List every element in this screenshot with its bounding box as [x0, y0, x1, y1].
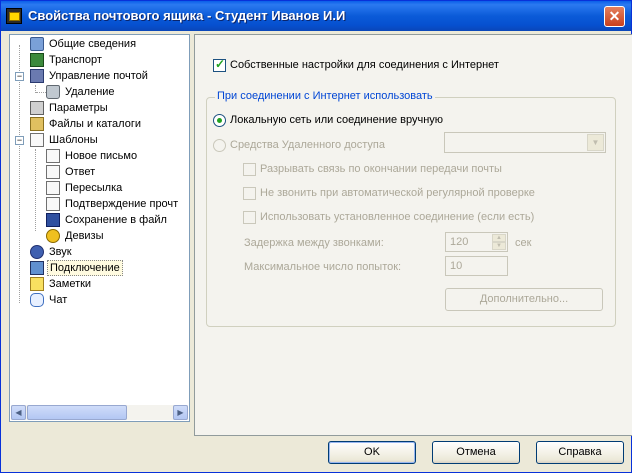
- tree-item-label: Шаблоны: [49, 134, 98, 146]
- disconnect-checkbox[interactable]: [243, 163, 256, 176]
- tree-item-label: Девизы: [65, 230, 104, 242]
- reply-icon: [46, 165, 60, 179]
- ok-button[interactable]: OK: [328, 441, 416, 464]
- use-existing-label: Использовать установленное соединение (е…: [260, 211, 535, 223]
- coins-icon: [46, 229, 60, 243]
- disconnect-label: Разрывать связь по окончании передачи по…: [260, 163, 502, 175]
- delay-spinner[interactable]: 120 ▲ ▼: [445, 232, 508, 252]
- spin-up-icon[interactable]: ▲: [492, 234, 506, 242]
- tree-item-label: Сохранение в файл: [65, 214, 167, 226]
- close-button[interactable]: ✕: [604, 6, 625, 27]
- tree-item-label: Звук: [49, 246, 72, 258]
- confirm-icon: [46, 197, 60, 211]
- tree-item-label: Общие сведения: [49, 38, 137, 50]
- scroll-thumb[interactable]: [27, 405, 127, 420]
- forward-icon: [46, 181, 60, 195]
- chevron-down-icon: ▼: [587, 134, 604, 151]
- tree-item-label: Ответ: [65, 166, 96, 178]
- sound-icon: [30, 245, 44, 259]
- delay-value: 120: [450, 236, 469, 248]
- files-icon: [30, 117, 44, 131]
- attempts-value: 10: [450, 260, 463, 272]
- tree-item-label: Новое письмо: [65, 150, 138, 162]
- scroll-left-button[interactable]: ◀: [11, 405, 26, 420]
- trash-icon: [46, 85, 60, 99]
- tree-item-label: Заметки: [49, 278, 92, 290]
- tree-item-label: Удаление: [65, 86, 115, 98]
- attempts-spinner[interactable]: 10: [445, 256, 508, 276]
- save-icon: [46, 213, 60, 227]
- app-icon: [6, 8, 22, 24]
- dialup-radio[interactable]: [213, 139, 226, 152]
- chat-icon: [30, 293, 44, 307]
- document-icon: [46, 149, 60, 163]
- spin-down-icon[interactable]: ▼: [492, 242, 506, 250]
- truck-icon: [30, 53, 44, 67]
- advanced-button[interactable]: Дополнительно...: [445, 288, 603, 311]
- own-settings-label: Собственные настройки для соединения с И…: [230, 59, 499, 71]
- title-bar[interactable]: Свойства почтового ящика - Студент Ивано…: [1, 1, 631, 31]
- scroll-right-button[interactable]: ▶: [173, 405, 188, 420]
- dialup-connection-select[interactable]: ▼: [444, 132, 606, 153]
- window-title: Свойства почтового ящика - Студент Ивано…: [28, 8, 346, 23]
- tree-item-label: Подключение: [47, 260, 123, 276]
- tree-item-label: Транспорт: [49, 54, 102, 66]
- tree-item-label: Параметры: [49, 102, 108, 114]
- user-card-icon: [30, 37, 44, 51]
- tree-item-label: Файлы и каталоги: [49, 118, 141, 130]
- delay-unit: сек: [515, 237, 532, 249]
- own-settings-checkbox[interactable]: [213, 57, 226, 72]
- use-existing-checkbox[interactable]: [243, 211, 256, 224]
- mail-manage-icon: [30, 69, 44, 83]
- monitor-icon: [30, 261, 44, 275]
- no-dial-checkbox[interactable]: [243, 187, 256, 200]
- delay-label: Задержка между звонками:: [244, 237, 384, 249]
- collapse-mail-management-toggle[interactable]: −: [15, 72, 24, 81]
- tree-line: [19, 45, 20, 303]
- attempts-label: Максимальное число попыток:: [244, 261, 402, 273]
- help-button[interactable]: Справка: [536, 441, 624, 464]
- collapse-templates-toggle[interactable]: −: [15, 136, 24, 145]
- templates-icon: [30, 133, 44, 147]
- lan-radio-label: Локальную сеть или соединение вручную: [230, 114, 444, 126]
- tree-item-label: Подтверждение прочт: [65, 198, 179, 210]
- tree-item-label: Пересылка: [65, 182, 123, 194]
- dialup-radio-label: Средства Удаленного доступа: [230, 139, 385, 151]
- settings-tree: Общие сведения Транспорт − Управление по…: [9, 34, 190, 422]
- tree-horizontal-scrollbar[interactable]: ◀ ▶: [11, 405, 188, 420]
- cancel-button[interactable]: Отмена: [432, 441, 520, 464]
- notes-icon: [30, 277, 44, 291]
- tree-item-label: Управление почтой: [49, 70, 148, 82]
- no-dial-label: Не звонить при автоматической регулярной…: [260, 187, 535, 199]
- group-label: При соединении с Интернет использовать: [215, 90, 435, 103]
- properties-window: Свойства почтового ящика - Студент Ивано…: [0, 0, 632, 473]
- tree-item-label: Чат: [49, 294, 68, 306]
- tree-line: [36, 92, 46, 93]
- lan-radio[interactable]: [213, 114, 226, 127]
- tree-line: [35, 149, 36, 231]
- parameters-icon: [30, 101, 44, 115]
- connection-settings-panel: Собственные настройки для соединения с И…: [194, 34, 632, 436]
- dialog-body: Общие сведения Транспорт − Управление по…: [5, 31, 632, 470]
